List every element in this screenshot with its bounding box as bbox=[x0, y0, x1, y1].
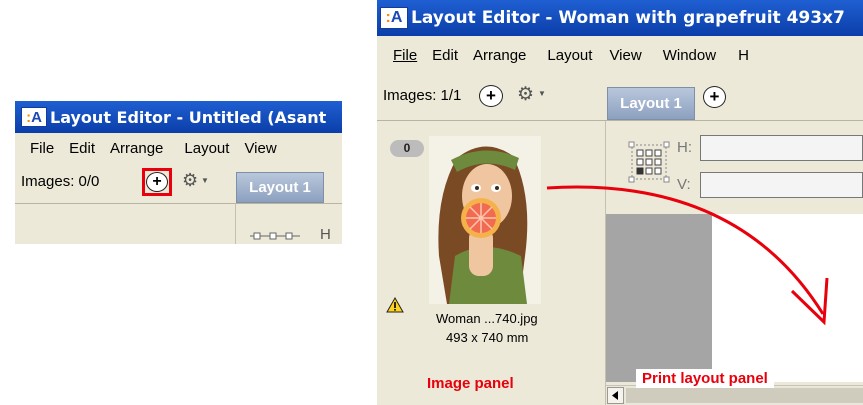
h-label: H bbox=[320, 226, 331, 243]
image-thumbnail[interactable] bbox=[429, 136, 541, 304]
menu-view[interactable]: View bbox=[244, 140, 276, 157]
h-label: H: bbox=[677, 139, 692, 156]
arrow-left-icon bbox=[612, 391, 618, 400]
title-bar: :A Layout Editor - Untitled (Asant bbox=[15, 101, 342, 133]
gear-icon[interactable]: ⚙ bbox=[182, 170, 198, 191]
image-panel-area bbox=[15, 204, 236, 244]
menu-window[interactable]: Window bbox=[663, 47, 716, 64]
menu-file[interactable]: File bbox=[393, 47, 417, 64]
image-index-badge: 0 bbox=[390, 140, 424, 157]
toolbar: Images: 0/0 + ⚙ ▼ Layout 1 bbox=[15, 163, 342, 204]
add-image-button[interactable]: + bbox=[479, 85, 503, 107]
h-field[interactable] bbox=[700, 135, 863, 161]
scroll-thumb[interactable] bbox=[626, 388, 863, 403]
print-layout-area: H bbox=[236, 204, 342, 244]
menu-arrange[interactable]: Arrange bbox=[473, 47, 526, 64]
alignment-grid-icon bbox=[628, 141, 670, 183]
menu-bar: File Edit Arrange Layout View Window H bbox=[377, 36, 863, 74]
images-count-label: Images: 1/1 bbox=[383, 87, 462, 104]
add-layout-button[interactable]: + bbox=[703, 86, 726, 108]
layout-canvas-left-margin bbox=[606, 214, 712, 382]
menu-view[interactable]: View bbox=[609, 47, 641, 64]
v-label: V: bbox=[677, 176, 691, 193]
tab-layout-1[interactable]: Layout 1 bbox=[236, 172, 324, 203]
large-layout-editor-window: :A Layout Editor - Woman with grapefruit… bbox=[377, 0, 863, 405]
chevron-down-icon[interactable]: ▼ bbox=[538, 89, 546, 98]
menu-bar: File Edit Arrange Layout View bbox=[15, 133, 342, 163]
images-count-label: Images: 0/0 bbox=[21, 173, 100, 190]
app-logo: :A bbox=[380, 7, 408, 29]
print-layout-panel: H: V: Print layout panel bbox=[606, 121, 863, 405]
layout-canvas-page bbox=[712, 214, 863, 382]
image-caption: Woman ...740.jpg bbox=[436, 311, 538, 326]
menu-layout[interactable]: Layout bbox=[547, 47, 592, 64]
app-logo: :A bbox=[21, 107, 47, 127]
add-image-button[interactable]: + bbox=[146, 172, 168, 192]
window-title: Layout Editor - Woman with grapefruit 49… bbox=[411, 8, 845, 28]
horizontal-scrollbar[interactable] bbox=[606, 385, 863, 405]
toolbar: Images: 1/1 + ⚙ ▼ Layout 1 + bbox=[377, 74, 863, 121]
window-title: Layout Editor - Untitled (Asant bbox=[50, 107, 327, 127]
v-field[interactable] bbox=[700, 172, 863, 198]
alignment-grid-icon bbox=[250, 232, 300, 240]
tab-layout-1[interactable]: Layout 1 bbox=[607, 87, 695, 120]
image-panel: 0 Woman ...740.jpg 493 x 740 mm Image pa… bbox=[377, 121, 606, 405]
scroll-left-button[interactable] bbox=[607, 387, 624, 404]
menu-arrange[interactable]: Arrange bbox=[110, 140, 163, 157]
print-layout-panel-annotation: Print layout panel bbox=[636, 369, 774, 388]
chevron-down-icon[interactable]: ▼ bbox=[201, 176, 209, 185]
warning-icon bbox=[386, 297, 404, 313]
menu-edit[interactable]: Edit bbox=[432, 47, 458, 64]
image-dimensions: 493 x 740 mm bbox=[446, 330, 529, 345]
menu-layout[interactable]: Layout bbox=[184, 140, 229, 157]
image-panel-annotation: Image panel bbox=[427, 375, 514, 392]
menu-file[interactable]: File bbox=[30, 140, 54, 157]
small-layout-editor-window: :A Layout Editor - Untitled (Asant File … bbox=[15, 101, 342, 244]
gear-icon[interactable]: ⚙ bbox=[517, 83, 534, 106]
menu-help[interactable]: H bbox=[738, 47, 749, 64]
menu-edit[interactable]: Edit bbox=[69, 140, 95, 157]
title-bar: :A Layout Editor - Woman with grapefruit… bbox=[377, 0, 863, 36]
woman-with-grapefruit-photo bbox=[429, 136, 541, 304]
